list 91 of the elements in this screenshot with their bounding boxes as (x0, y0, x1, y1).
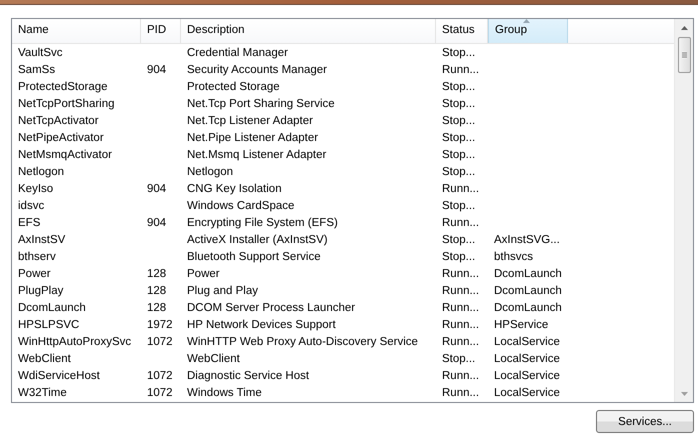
table-cell: DcomLaunch (494, 268, 562, 280)
table-cell: Stop... (442, 98, 476, 110)
table-cell: Netlogon (187, 166, 234, 178)
table-cell: idsvc (18, 200, 44, 212)
table-cell: 904 (147, 217, 166, 229)
table-cell: Stop... (442, 234, 476, 246)
table-cell: 1072 (147, 387, 173, 399)
table-cell: VaultSvc (18, 47, 63, 59)
table-cell: 1072 (147, 336, 173, 348)
table-cell: PlugPlay (18, 285, 64, 297)
table-cell: Plug and Play (187, 285, 258, 297)
table-cell: 128 (147, 302, 166, 314)
column-header[interactable]: Description (181, 19, 436, 43)
table-cell: Stop... (442, 166, 476, 178)
table-cell: Runn... (442, 370, 480, 382)
table-cell: Runn... (442, 64, 480, 76)
scrollbar[interactable] (674, 19, 693, 402)
table-cell: Protected Storage (187, 81, 280, 93)
table-cell: Stop... (442, 149, 476, 161)
table-cell: AxInstSVG... (494, 234, 560, 246)
table-cell: NetPipeActivator (18, 132, 104, 144)
table-cell: Windows Time (187, 387, 262, 399)
table-cell: NetMsmqActivator (18, 149, 112, 161)
table-cell: 904 (147, 64, 166, 76)
table-cell: Runn... (442, 336, 480, 348)
table-cell: Stop... (442, 200, 476, 212)
table-cell: Stop... (442, 132, 476, 144)
table-cell: EFS (18, 217, 40, 229)
table-cell: SamSs (18, 64, 56, 76)
table-cell: DcomLaunch (494, 302, 562, 314)
table-cell: Power (187, 268, 220, 280)
table-cell: WebClient (18, 353, 71, 365)
table-cell: Bluetooth Support Service (187, 251, 321, 263)
table-cell: DcomLaunch (494, 285, 562, 297)
table-cell: 128 (147, 285, 166, 297)
table-cell: WdiServiceHost (18, 370, 100, 382)
table-cell: DcomLaunch (18, 302, 86, 314)
table-cell: ProtectedStorage (18, 81, 108, 93)
table-cell: Net.Tcp Port Sharing Service (187, 98, 335, 110)
table-cell: Stop... (442, 251, 476, 263)
sort-arrow-icon (523, 19, 530, 23)
table-cell: Runn... (442, 268, 480, 280)
table-cell: Security Accounts Manager (187, 64, 327, 76)
scroll-thumb[interactable] (678, 37, 690, 73)
table-cell: WebClient (187, 353, 240, 365)
table-cell: bthsvcs (494, 251, 533, 263)
table-cell: Runn... (442, 285, 480, 297)
table-cell: Power (18, 268, 51, 280)
column-header[interactable]: Name (12, 19, 141, 43)
table-cell: W32Time (18, 387, 67, 399)
table-cell: WinHTTP Web Proxy Auto-Discovery Service (187, 336, 418, 348)
table-cell: Runn... (442, 183, 480, 195)
column-header[interactable]: Group (488, 19, 568, 43)
table-cell: NetTcpActivator (18, 115, 99, 127)
table-cell: 128 (147, 268, 166, 280)
table-cell: WinHttpAutoProxySvc (18, 336, 132, 348)
table-cell: HP Network Devices Support (187, 319, 336, 331)
table-cell: Runn... (442, 302, 480, 314)
table-cell: 1072 (147, 370, 173, 382)
table-cell: HPSLPSVC (18, 319, 80, 331)
table-cell: AxInstSV (18, 234, 66, 246)
table-cell: bthserv (18, 251, 56, 263)
column-header[interactable]: PID (141, 19, 181, 43)
table-cell: Windows CardSpace (187, 200, 294, 212)
table-cell: LocalService (494, 353, 560, 365)
table-cell: Runn... (442, 387, 480, 399)
table-cell: Stop... (442, 81, 476, 93)
table-cell: Stop... (442, 115, 476, 127)
table-cell: LocalService (494, 336, 560, 348)
table-cell: Runn... (442, 217, 480, 229)
table-cell: Netlogon (18, 166, 64, 178)
table-cell: LocalService (494, 370, 560, 382)
table-cell: NetTcpPortSharing (18, 98, 115, 110)
services-button[interactable]: Services... (596, 410, 694, 433)
table-cell: HPService (494, 319, 548, 331)
table-cell: Net.Msmq Listener Adapter (187, 149, 326, 161)
table-cell: Runn... (442, 319, 480, 331)
table-cell: Net.Tcp Listener Adapter (187, 115, 313, 127)
table-cell: 904 (147, 183, 166, 195)
table-cell: LocalService (494, 387, 560, 399)
table-cell: Credential Manager (187, 47, 288, 59)
table-cell: DCOM Server Process Launcher (187, 302, 356, 314)
table-cell: CNG Key Isolation (187, 183, 282, 195)
table-cell: Stop... (442, 47, 476, 59)
table-cell: Stop... (442, 353, 476, 365)
table-cell: Diagnostic Service Host (187, 370, 310, 382)
table-cell: ActiveX Installer (AxInstSV) (187, 234, 328, 246)
table-cell: KeyIso (18, 183, 54, 195)
table-cell: Encrypting File System (EFS) (187, 217, 338, 229)
table-cell: 1972 (147, 319, 173, 331)
table-cell: Net.Pipe Listener Adapter (187, 132, 318, 144)
